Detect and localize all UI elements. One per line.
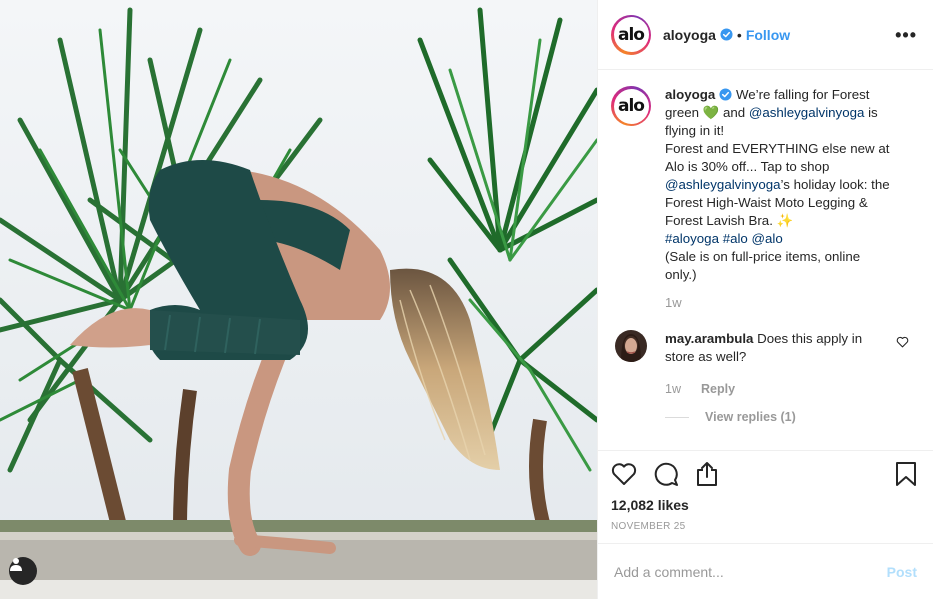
hashtag-link-2[interactable]: #alo (723, 231, 748, 246)
avatar-logo: alo (618, 24, 645, 45)
caption-text-4: Forest and EVERYTHING else new at Alo is… (665, 141, 890, 174)
caption-age[interactable]: 1w (665, 294, 895, 312)
view-replies-label: View replies (1) (705, 410, 796, 424)
comment-age[interactable]: 1w (665, 380, 681, 398)
avatar-inner: alo (613, 17, 649, 52)
mention-link-2[interactable]: @ashleygalvinyoga (665, 177, 781, 192)
caption-text-2: and (722, 105, 746, 120)
comment-composer: Add a comment... Post (598, 543, 933, 599)
comment-text: may.arambula Does this apply in store as… (665, 330, 880, 366)
yoga-photo-illustration (0, 0, 597, 599)
caption-username[interactable]: aloyoga (665, 87, 715, 102)
like-button[interactable] (611, 462, 637, 486)
comment-button[interactable] (653, 461, 679, 487)
post-comment-button[interactable]: Post (887, 564, 917, 580)
commenter-avatar-image (615, 330, 647, 362)
mention-link-3[interactable]: @alo (752, 231, 783, 246)
comment-item: may.arambula Does this apply in store as… (611, 330, 917, 426)
more-options-icon[interactable]: ••• (895, 26, 917, 44)
comment-input[interactable]: Add a comment... (614, 564, 724, 580)
hashtag-link[interactable]: #aloyoga (665, 231, 719, 246)
sparkle-emoji: ✨ (776, 213, 794, 228)
user-tag-button[interactable] (9, 557, 37, 585)
caption-avatar[interactable]: alo (611, 86, 651, 126)
author-username[interactable]: aloyoga (663, 27, 716, 43)
heart-icon (611, 463, 637, 485)
replies-divider (665, 416, 689, 418)
follow-button[interactable]: Follow (746, 27, 790, 43)
avatar[interactable]: alo (611, 14, 651, 55)
verified-badge-icon (719, 88, 732, 101)
caption-text-6: (Sale is on full-price items, online onl… (665, 249, 861, 282)
post-header: alo aloyoga • Follow ••• (598, 0, 933, 70)
post-photo[interactable] (0, 0, 597, 599)
view-replies-button[interactable]: View replies (1) (665, 408, 880, 426)
post-actions: 12,082 likes NOVEMBER 25 (598, 450, 933, 532)
small-heart-icon[interactable] (896, 336, 909, 348)
caption-avatar-logo: alo (618, 96, 645, 116)
caption-text: aloyoga We’re falling for Forest green 💚… (665, 86, 895, 284)
comments-list[interactable]: alo aloyoga We’re falling for Forest gre… (598, 70, 933, 450)
comment-body: may.arambula Does this apply in store as… (665, 330, 880, 426)
reply-button[interactable]: Reply (701, 380, 735, 398)
save-button[interactable] (895, 461, 917, 487)
action-icons (611, 451, 917, 497)
green-heart-emoji: 💚 (702, 105, 720, 120)
commenter-username[interactable]: may.arambula (665, 331, 753, 346)
share-icon (697, 462, 717, 486)
comment-meta: 1w Reply (665, 380, 880, 398)
caption-body: aloyoga We’re falling for Forest green 💚… (665, 86, 895, 312)
likes-count[interactable]: 12,082 likes (611, 497, 917, 513)
mention-link[interactable]: @ashleygalvinyoga (749, 105, 865, 120)
commenter-avatar[interactable] (615, 330, 647, 362)
caption: alo aloyoga We’re falling for Forest gre… (611, 86, 917, 312)
bookmark-icon (896, 462, 916, 486)
verified-badge-icon (720, 28, 733, 41)
caption-avatar-inner: alo (613, 88, 649, 124)
post-details-panel: alo aloyoga • Follow ••• alo aloyoga We’… (597, 0, 933, 599)
user-tag-icon (10, 558, 22, 571)
share-button[interactable] (695, 461, 719, 487)
comment-icon (654, 462, 678, 486)
separator-dot: • (736, 26, 742, 43)
post-date[interactable]: NOVEMBER 25 (611, 521, 917, 532)
